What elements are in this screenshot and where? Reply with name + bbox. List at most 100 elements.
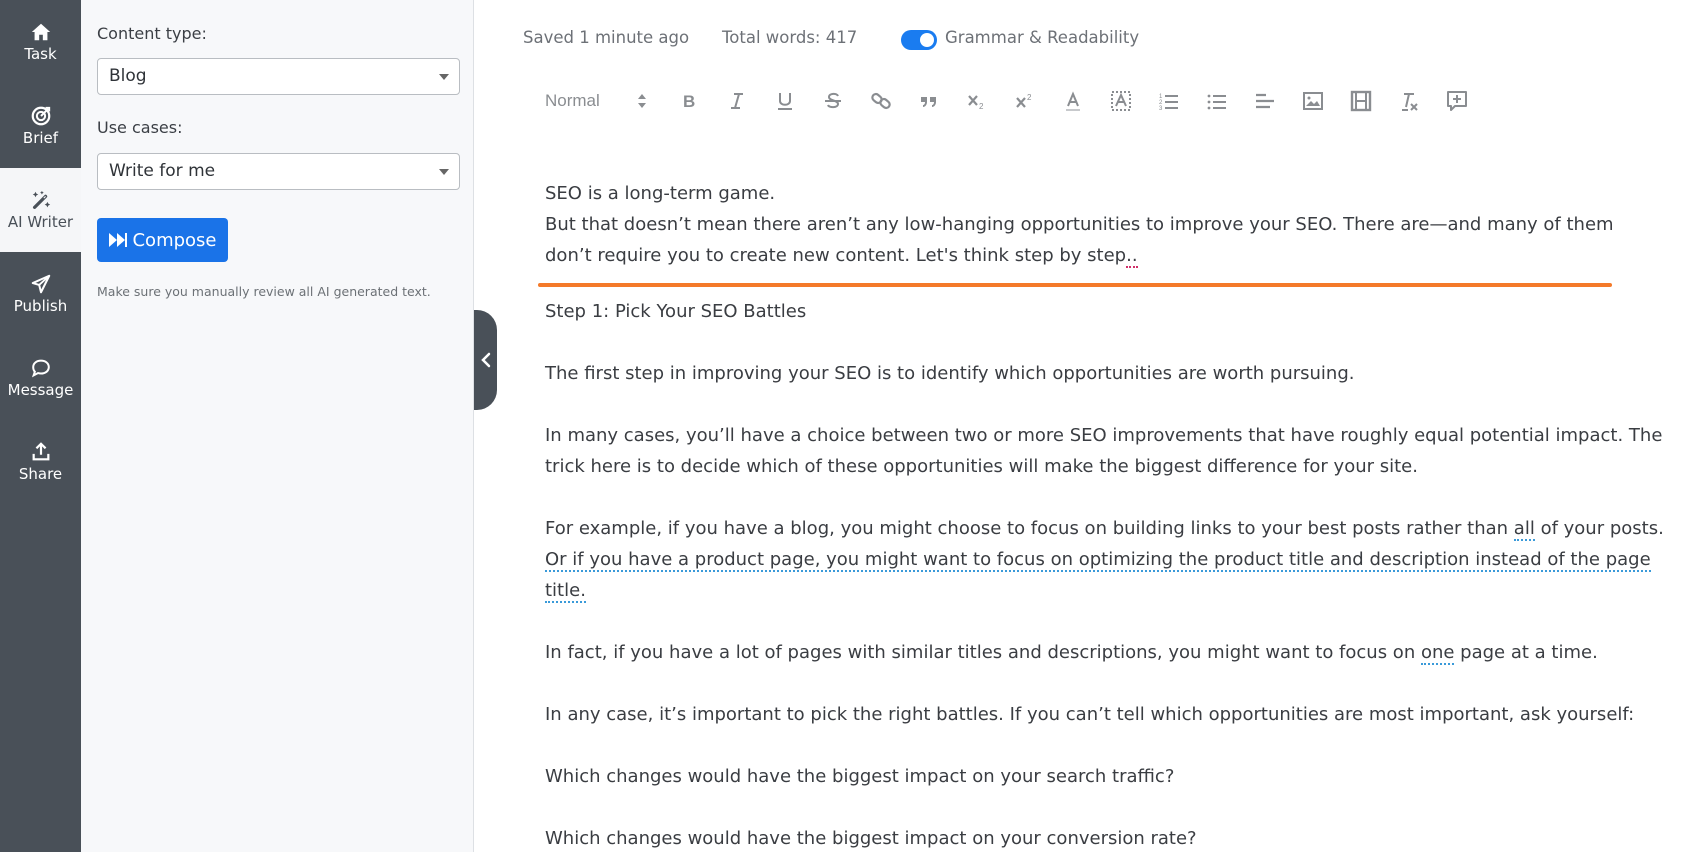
question: Which changes would have the biggest imp… (545, 828, 1197, 849)
text: page at a time. (1454, 642, 1598, 663)
text: For example, if you have a blog, you mig… (545, 518, 1514, 539)
paragraph: For example, if you have a blog, you mig… (545, 513, 1664, 544)
compose-button[interactable]: Compose (97, 218, 228, 262)
text-color-icon (1066, 91, 1080, 111)
blockquote-button[interactable] (916, 88, 942, 114)
text: of your posts. (1534, 518, 1664, 539)
rail-item-message[interactable]: Message (0, 336, 81, 420)
svg-text:B: B (683, 92, 695, 111)
use-cases-value: Write for me (109, 161, 216, 181)
add-comment-button[interactable] (1444, 88, 1470, 114)
strikethrough-button[interactable] (820, 88, 846, 114)
chat-bubble-icon (31, 359, 50, 378)
rail-item-label: Message (7, 381, 74, 399)
upload-icon (32, 442, 49, 461)
spelling-flag[interactable]: .. (1126, 245, 1138, 268)
underline-button[interactable] (772, 88, 798, 114)
italic-button[interactable] (724, 88, 750, 114)
rail-item-label: Share (18, 465, 63, 483)
format-value: Normal (545, 91, 600, 110)
paragraph: In many cases, you’ll have a choice betw… (545, 425, 1663, 446)
readability-flag[interactable]: Or if you have a product page, you might… (545, 549, 1651, 572)
section-heading: Step 1: Pick Your SEO Battles (545, 301, 807, 322)
italic-icon (731, 93, 743, 109)
chevron-left-icon (480, 352, 490, 368)
bullet-list-button[interactable] (1204, 88, 1230, 114)
link-button[interactable] (868, 88, 894, 114)
use-cases-select[interactable]: Write for me (97, 153, 460, 190)
paragraph: In any case, it’s important to pick the … (545, 704, 1635, 725)
review-hint: Make sure you manually review all AI gen… (97, 284, 431, 299)
film-icon (1350, 90, 1372, 112)
content-type-label: Content type: (97, 24, 207, 43)
superscript-icon: 2 (1016, 93, 1032, 108)
bold-icon: B (683, 92, 695, 111)
word-count: Total words: 417 (722, 28, 858, 47)
format-select[interactable]: Normal (545, 88, 655, 114)
svg-text:2: 2 (979, 102, 984, 111)
quote-icon (921, 97, 936, 107)
chevron-down-icon (439, 74, 449, 80)
rail-item-label: Task (24, 45, 57, 63)
readability-flag[interactable]: one (1420, 642, 1455, 665)
collapse-panel-button[interactable] (474, 310, 497, 410)
paragraph: In fact, if you have a lot of pages with… (545, 637, 1655, 668)
paragraph: The first step in improving your SEO is … (545, 363, 1355, 384)
intro-line-3: don’t require you to create new content.… (545, 240, 1655, 271)
home-icon (31, 23, 50, 41)
subscript-icon: 2 (968, 95, 984, 111)
save-status: Saved 1 minute ago (523, 28, 690, 47)
image-icon (1303, 92, 1323, 110)
target-icon (31, 106, 50, 126)
fast-forward-icon (109, 233, 128, 247)
grammar-toggle-label: Grammar & Readability (945, 28, 1140, 47)
readability-flag[interactable]: title. (545, 580, 586, 603)
svg-text:3: 3 (1159, 106, 1163, 112)
paragraph: trick here is to decide which of these o… (545, 456, 1418, 477)
rail-item-brief[interactable]: Brief (0, 84, 81, 168)
strikethrough-icon (825, 92, 841, 109)
content-type-select[interactable]: Blog (97, 58, 460, 95)
rail-item-label: Publish (13, 297, 68, 315)
rail-item-ai-writer[interactable]: AI Writer (0, 168, 81, 252)
chevron-down-icon (439, 169, 449, 175)
rail-item-task[interactable]: Task (0, 0, 81, 84)
video-button[interactable] (1348, 88, 1374, 114)
ai-writer-panel: Content type: Blog Use cases: Write for … (81, 0, 474, 852)
clear-formatting-button[interactable] (1396, 88, 1422, 114)
rail-item-label: Brief (22, 129, 59, 147)
paragraph: Or if you have a product page, you might… (545, 544, 1655, 575)
magic-wand-icon (32, 190, 50, 209)
grammar-toggle[interactable] (901, 30, 937, 50)
subscript-button[interactable]: 2 (964, 88, 990, 114)
bullet-list-icon (1207, 94, 1226, 110)
text-color-button[interactable] (1060, 88, 1086, 114)
use-cases-label: Use cases: (97, 118, 183, 137)
rail-item-share[interactable]: Share (0, 420, 81, 504)
intro-text: don’t require you to create new content.… (545, 245, 1127, 266)
question: Which changes would have the biggest imp… (545, 766, 1175, 787)
compose-label: Compose (132, 229, 217, 251)
intro-line-1: SEO is a long-term game. (545, 183, 776, 204)
toggle-knob (920, 33, 934, 47)
paragraph: title. (545, 575, 1655, 606)
link-icon (871, 92, 891, 110)
background-color-icon (1111, 91, 1131, 111)
rail-item-publish[interactable]: Publish (0, 252, 81, 336)
editor-content[interactable]: SEO is a long-term game. But that doesn’… (545, 178, 1664, 852)
intro-line-2: But that doesn’t mean there aren’t any l… (545, 214, 1614, 235)
superscript-button[interactable]: 2 (1012, 88, 1038, 114)
image-button[interactable] (1300, 88, 1326, 114)
background-color-button[interactable] (1108, 88, 1134, 114)
bold-button[interactable]: B (676, 88, 702, 114)
clear-formatting-icon (1402, 93, 1418, 111)
underline-icon (778, 93, 792, 110)
add-comment-icon (1447, 91, 1467, 111)
paper-plane-icon (31, 274, 50, 294)
align-button[interactable] (1252, 88, 1278, 114)
readability-flag[interactable]: all (1513, 518, 1535, 541)
ordered-list-button[interactable]: 123 (1156, 88, 1182, 114)
nav-rail: Task Brief AI Writer Publish Message Sha… (0, 0, 81, 852)
svg-text:2: 2 (1027, 93, 1032, 102)
rail-item-label: AI Writer (7, 213, 74, 231)
